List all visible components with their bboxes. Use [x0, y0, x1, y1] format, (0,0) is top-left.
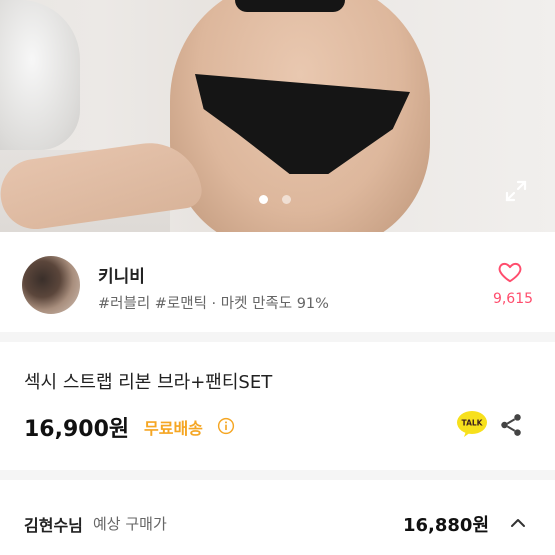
section-divider	[0, 470, 555, 480]
gallery-dot-2[interactable]	[282, 195, 291, 204]
like-count: 9,615	[492, 291, 534, 307]
kakao-talk-button[interactable]: TALK	[456, 410, 488, 438]
product-title: 섹시 스트랩 리본 브라+팬티SET	[24, 372, 273, 393]
gallery-dot-1[interactable]	[259, 195, 268, 204]
model-top-strap	[235, 0, 345, 12]
estimated-price-label: 예상 구매가	[93, 515, 167, 533]
product-image-gallery[interactable]	[0, 0, 555, 232]
gallery-pagination	[259, 195, 291, 204]
expand-icon[interactable]	[503, 178, 529, 204]
buyer-name: 김현수님	[24, 516, 83, 535]
estimated-price: 16,880원	[403, 515, 490, 536]
estimated-price-row[interactable]: 김현수님 예상 구매가 16,880원	[0, 480, 555, 555]
seller-tags: #러블리 #로맨틱 · 마켓 만족도 91%	[98, 296, 329, 312]
background-vase	[0, 0, 80, 150]
heart-icon[interactable]	[497, 259, 523, 285]
share-icon[interactable]	[498, 412, 524, 438]
info-icon[interactable]	[217, 417, 235, 435]
product-price: 16,900원	[24, 417, 130, 442]
seller-name[interactable]: 키니비	[98, 262, 145, 287]
chevron-up-icon[interactable]	[508, 513, 528, 533]
talk-label: TALK	[462, 419, 484, 428]
seller-avatar[interactable]	[22, 256, 80, 314]
seller-section[interactable]: 키니비 #러블리 #로맨틱 · 마켓 만족도 91% 9,615	[0, 232, 555, 342]
free-shipping-badge: 무료배송	[144, 419, 203, 438]
